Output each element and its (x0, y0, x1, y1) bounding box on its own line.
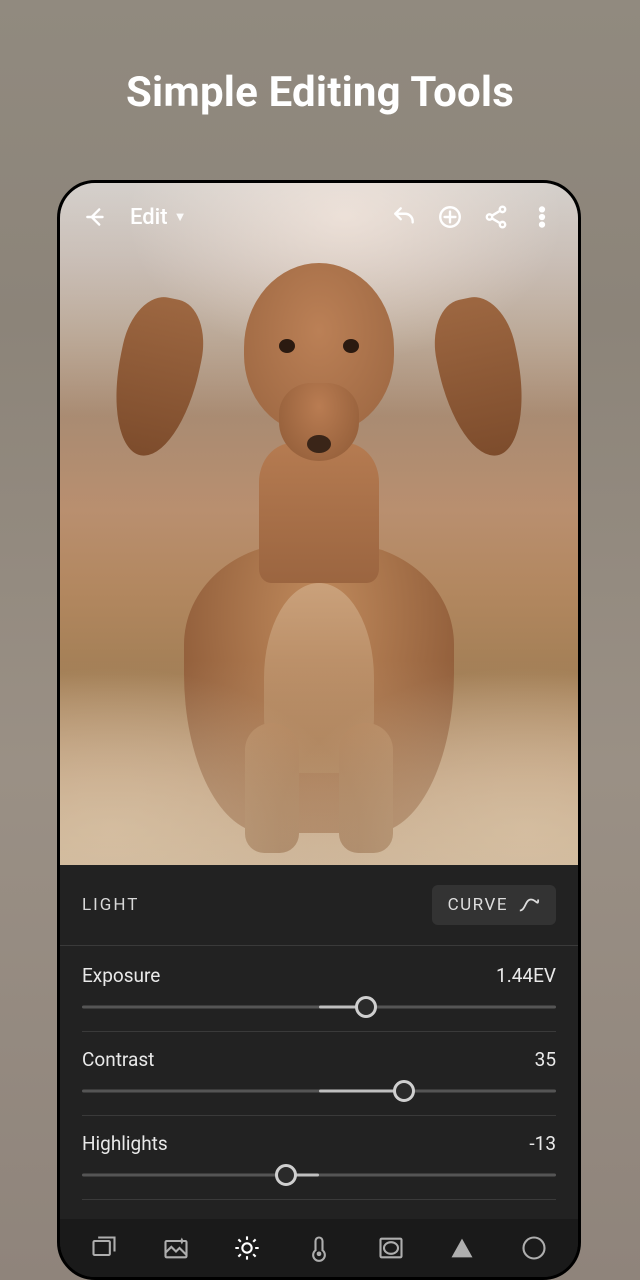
tool-light[interactable] (225, 1226, 269, 1270)
exposure-label: Exposure (82, 964, 160, 987)
tool-presets[interactable] (154, 1226, 198, 1270)
chevron-down-icon: ▼ (174, 209, 187, 225)
highlights-value: -13 (529, 1132, 556, 1155)
highlights-row: Highlights -13 (82, 1122, 556, 1200)
vignette-icon (377, 1234, 405, 1262)
highlights-slider-thumb[interactable] (275, 1164, 297, 1186)
contrast-row: Contrast 35 (82, 1038, 556, 1116)
tool-effects[interactable] (369, 1226, 413, 1270)
promo-title: Simple Editing Tools (0, 0, 640, 117)
add-button[interactable] (432, 199, 468, 235)
light-panel: LIGHT CURVE Exposure 1.44EV (60, 865, 578, 1277)
tool-color[interactable] (297, 1226, 341, 1270)
mode-dropdown[interactable]: Edit ▼ (130, 205, 186, 230)
mode-label: Edit (130, 205, 168, 230)
top-toolbar: Edit ▼ (60, 183, 578, 251)
curve-label: CURVE (448, 895, 508, 915)
photo-canvas[interactable]: Edit ▼ (60, 183, 578, 865)
more-button[interactable] (524, 199, 560, 235)
tool-library[interactable] (82, 1226, 126, 1270)
back-button[interactable] (78, 199, 114, 235)
exposure-row: Exposure 1.44EV (82, 954, 556, 1032)
undo-icon (391, 204, 417, 230)
phone-frame: Edit ▼ LIGHT (57, 180, 581, 1280)
undo-button[interactable] (386, 199, 422, 235)
highlights-slider[interactable] (82, 1163, 556, 1187)
contrast-value: 35 (535, 1048, 556, 1071)
curve-button[interactable]: CURVE (432, 885, 556, 925)
brightness-icon (233, 1234, 261, 1262)
contrast-slider[interactable] (82, 1079, 556, 1103)
thermometer-icon (305, 1234, 333, 1262)
curve-icon (518, 897, 540, 913)
triangle-icon (448, 1234, 476, 1262)
share-icon (483, 204, 509, 230)
lens-icon (520, 1234, 548, 1262)
photo-subject-dog (149, 263, 489, 823)
contrast-slider-thumb[interactable] (393, 1080, 415, 1102)
exposure-slider[interactable] (82, 995, 556, 1019)
contrast-label: Contrast (82, 1048, 154, 1071)
image-sparkle-icon (162, 1234, 190, 1262)
tool-optics[interactable] (512, 1226, 556, 1270)
back-arrow-icon (83, 204, 109, 230)
exposure-value: 1.44EV (496, 964, 556, 987)
panel-title: LIGHT (82, 895, 139, 915)
share-button[interactable] (478, 199, 514, 235)
highlights-label: Highlights (82, 1132, 168, 1155)
tool-detail[interactable] (440, 1226, 484, 1270)
tool-tray (60, 1219, 578, 1277)
plus-circle-icon (437, 204, 463, 230)
more-vertical-icon (529, 204, 555, 230)
exposure-slider-thumb[interactable] (355, 996, 377, 1018)
library-icon (90, 1234, 118, 1262)
